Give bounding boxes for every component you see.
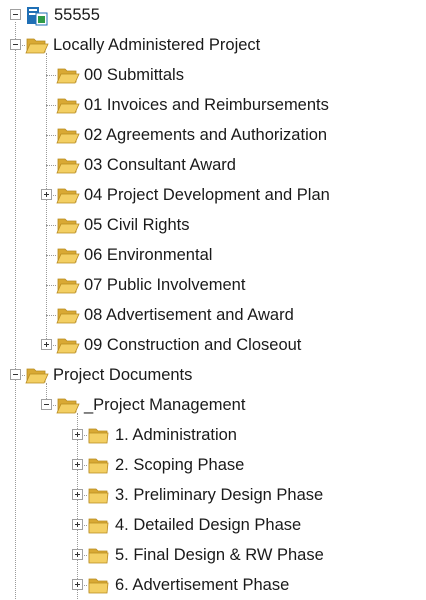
tree-node-label: Locally Administered Project — [53, 36, 261, 54]
open-folder-icon — [25, 38, 49, 54]
expand-toggle[interactable] — [72, 429, 83, 440]
tree-node-label: 55555 — [54, 6, 100, 24]
tree-node[interactable]: 00 Submittals — [0, 60, 426, 90]
folder-icon — [88, 518, 109, 534]
tree-node[interactable]: 07 Public Involvement — [0, 270, 426, 300]
tree-node-label: 1. Administration — [115, 426, 237, 444]
tree-node[interactable]: 05 Civil Rights — [0, 210, 426, 240]
folder-icon — [88, 548, 109, 564]
tree-node[interactable]: 5. Final Design & RW Phase — [0, 540, 426, 570]
tree-node-root[interactable]: 55555 — [0, 0, 426, 30]
collapse-toggle[interactable] — [10, 369, 21, 380]
tree-node-label: 6. Advertisement Phase — [115, 576, 290, 594]
folder-icon — [88, 488, 109, 504]
tree-node-label: 02 Agreements and Authorization — [84, 126, 328, 144]
tree-node-label: 3. Preliminary Design Phase — [115, 486, 324, 504]
expand-toggle[interactable] — [41, 189, 52, 200]
tree-node-label: 08 Advertisement and Award — [84, 306, 294, 324]
collapse-toggle[interactable] — [41, 399, 52, 410]
tree-node[interactable]: 1. Administration — [0, 420, 426, 450]
tree-node[interactable]: 04 Project Development and Plan — [0, 180, 426, 210]
tree-node[interactable]: 02 Agreements and Authorization — [0, 120, 426, 150]
tree-node[interactable]: 03 Consultant Award — [0, 150, 426, 180]
open-folder-icon — [56, 248, 80, 264]
open-folder-icon — [56, 188, 80, 204]
tree-node[interactable]: Locally Administered Project — [0, 30, 426, 60]
tree-node[interactable]: 6. Advertisement Phase — [0, 570, 426, 600]
folder-tree: 55555 Locally Administered Project 00 Sub… — [0, 0, 426, 599]
expand-toggle[interactable] — [72, 549, 83, 560]
open-folder-icon — [56, 218, 80, 234]
tree-node-label: 5. Final Design & RW Phase — [115, 546, 324, 564]
tree-node-label: 06 Environmental — [84, 246, 213, 264]
tree-node[interactable]: _Project Management — [0, 390, 426, 420]
tree-node-label: _Project Management — [84, 396, 246, 414]
expand-toggle[interactable] — [72, 459, 83, 470]
tree-node[interactable]: 2. Scoping Phase — [0, 450, 426, 480]
tree-node-label: 05 Civil Rights — [84, 216, 190, 234]
tree-node-label: 09 Construction and Closeout — [84, 336, 302, 354]
tree-node-label: 2. Scoping Phase — [115, 456, 245, 474]
open-folder-icon — [56, 338, 80, 354]
folder-icon — [88, 458, 109, 474]
project-icon — [27, 7, 48, 26]
tree-node[interactable]: Project Documents — [0, 360, 426, 390]
tree-node[interactable]: 3. Preliminary Design Phase — [0, 480, 426, 510]
open-folder-icon — [56, 158, 80, 174]
open-folder-icon — [56, 98, 80, 114]
open-folder-icon — [56, 398, 80, 414]
open-folder-icon — [56, 308, 80, 324]
collapse-toggle[interactable] — [10, 9, 21, 20]
tree-node-label: 07 Public Involvement — [84, 276, 246, 294]
folder-icon — [88, 428, 109, 444]
expand-toggle[interactable] — [72, 579, 83, 590]
expand-toggle[interactable] — [41, 339, 52, 350]
tree-node[interactable]: 06 Environmental — [0, 240, 426, 270]
expand-toggle[interactable] — [72, 489, 83, 500]
tree-node-label: 00 Submittals — [84, 66, 184, 84]
tree-node-label: Project Documents — [53, 366, 193, 384]
tree-node[interactable]: 4. Detailed Design Phase — [0, 510, 426, 540]
collapse-toggle[interactable] — [10, 39, 21, 50]
tree-node-label: 4. Detailed Design Phase — [115, 516, 302, 534]
folder-icon — [88, 578, 109, 594]
tree-node-label: 03 Consultant Award — [84, 156, 236, 174]
tree-node-label: 01 Invoices and Reimbursements — [84, 96, 329, 114]
open-folder-icon — [56, 68, 80, 84]
tree-node[interactable]: 09 Construction and Closeout — [0, 330, 426, 360]
tree-node[interactable]: 08 Advertisement and Award — [0, 300, 426, 330]
open-folder-icon — [25, 368, 49, 384]
tree-node-label: 04 Project Development and Plan — [84, 186, 330, 204]
open-folder-icon — [56, 278, 80, 294]
expand-toggle[interactable] — [72, 519, 83, 530]
open-folder-icon — [56, 128, 80, 144]
tree-node[interactable]: 01 Invoices and Reimbursements — [0, 90, 426, 120]
